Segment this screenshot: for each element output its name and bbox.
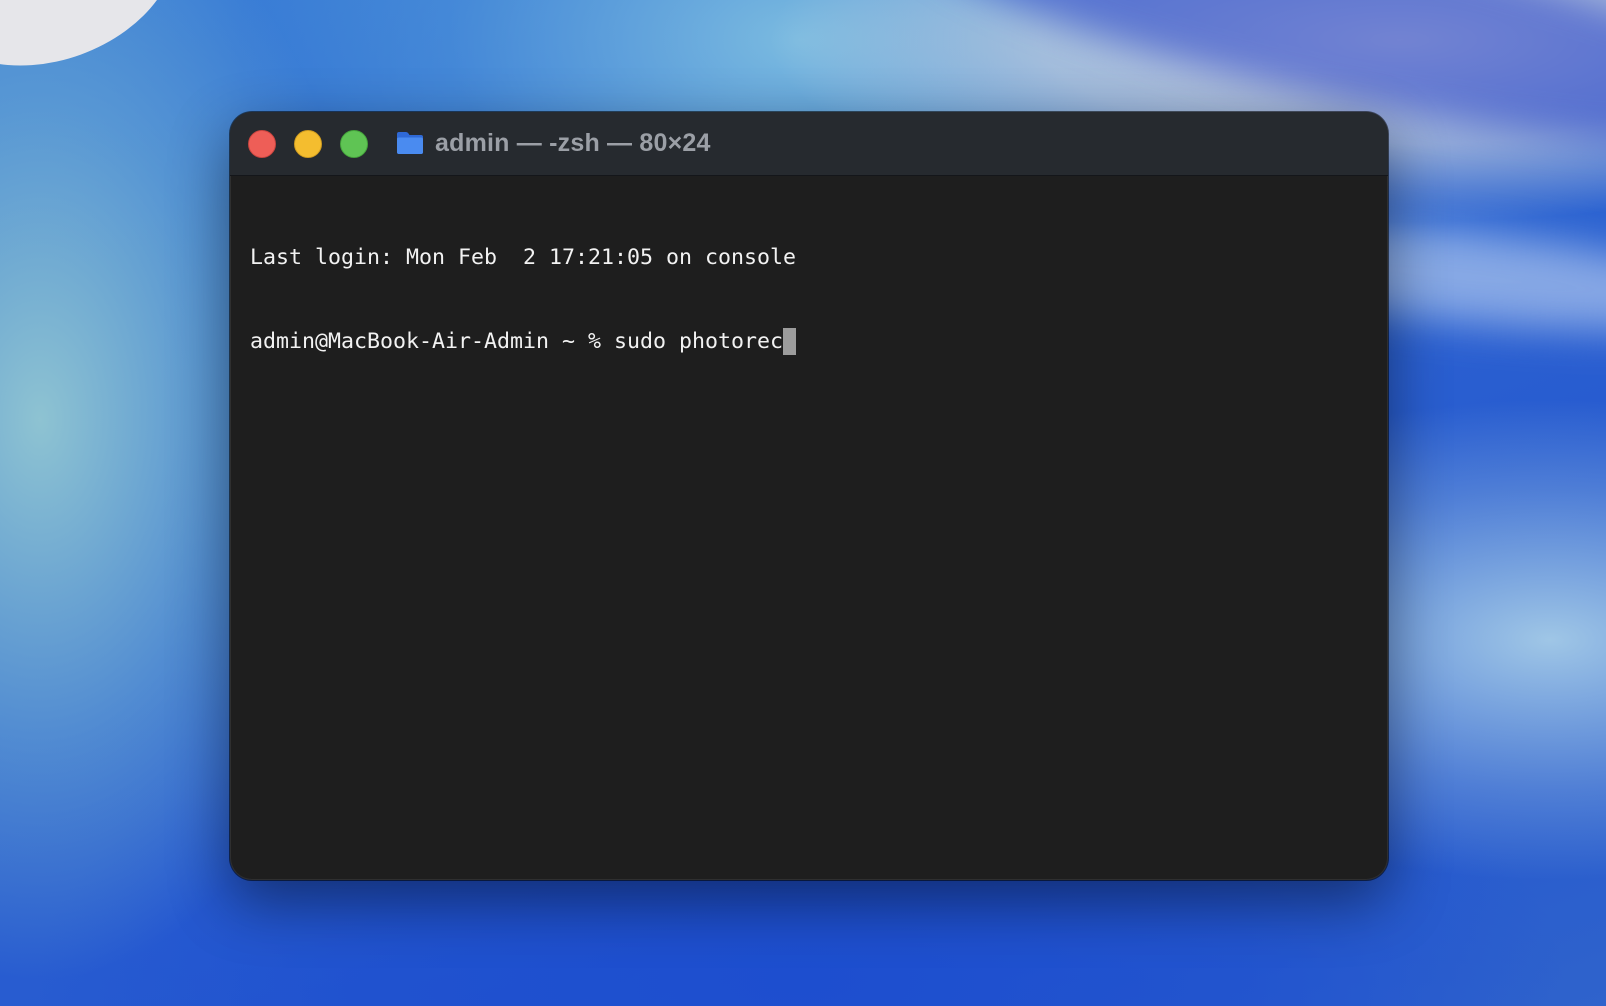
window-title: admin — -zsh — 80×24	[435, 128, 711, 157]
title-bar[interactable]: admin — -zsh — 80×24	[230, 112, 1388, 176]
minimize-button[interactable]	[294, 130, 322, 158]
terminal-output[interactable]: Last login: Mon Feb 2 17:21:05 on consol…	[250, 188, 1368, 860]
zoom-button[interactable]	[340, 130, 368, 158]
prompt-command-text: admin@MacBook-Air-Admin ~ % sudo photore…	[250, 329, 784, 354]
close-button[interactable]	[248, 130, 276, 158]
wallpaper-highlight	[0, 0, 203, 100]
text-cursor	[783, 328, 797, 355]
terminal-window[interactable]: admin — -zsh — 80×24 Last login: Mon Feb…	[230, 112, 1388, 880]
terminal-line-last-login: Last login: Mon Feb 2 17:21:05 on consol…	[250, 245, 797, 270]
terminal-line-prompt[interactable]: admin@MacBook-Air-Admin ~ % sudo photore…	[250, 328, 1368, 356]
window-title-group: admin — -zsh — 80×24	[395, 126, 711, 160]
folder-icon	[397, 132, 423, 154]
